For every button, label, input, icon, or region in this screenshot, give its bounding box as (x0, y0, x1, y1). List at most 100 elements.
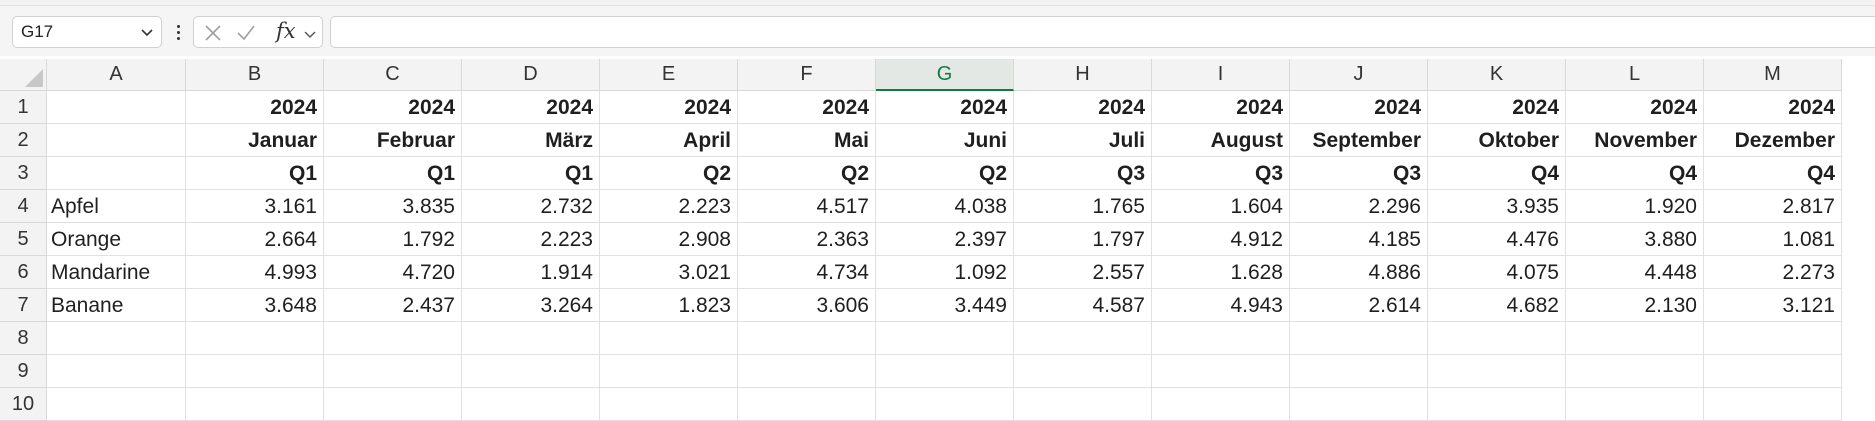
cell-a4[interactable]: Apfel (47, 190, 186, 223)
chevron-down-icon[interactable] (141, 26, 153, 38)
cell-c4[interactable]: 3.835 (324, 190, 462, 223)
cell-j5[interactable]: 4.185 (1290, 223, 1428, 256)
cell-i9[interactable] (1152, 355, 1290, 388)
cell-l5[interactable]: 3.880 (1566, 223, 1704, 256)
cell-j2[interactable]: September (1290, 124, 1428, 157)
cell-m3[interactable]: Q4 (1704, 157, 1842, 190)
cell-h10[interactable] (1014, 388, 1152, 421)
cell-j3[interactable]: Q3 (1290, 157, 1428, 190)
cell-f3[interactable]: Q2 (738, 157, 876, 190)
cell-d4[interactable]: 2.732 (462, 190, 600, 223)
cell-e6[interactable]: 3.021 (600, 256, 738, 289)
column-header-a[interactable]: A (47, 59, 186, 91)
cell-h5[interactable]: 1.797 (1014, 223, 1152, 256)
cell-d7[interactable]: 3.264 (462, 289, 600, 322)
close-icon[interactable] (204, 24, 222, 42)
select-all-button[interactable] (0, 59, 47, 91)
cell-g9[interactable] (876, 355, 1014, 388)
column-header-f[interactable]: F (738, 59, 876, 91)
row-header-4[interactable]: 4 (0, 190, 47, 223)
cell-m8[interactable] (1704, 322, 1842, 355)
cell-h6[interactable]: 2.557 (1014, 256, 1152, 289)
cell-h7[interactable]: 4.587 (1014, 289, 1152, 322)
cell-j6[interactable]: 4.886 (1290, 256, 1428, 289)
cell-b9[interactable] (186, 355, 324, 388)
cell-l6[interactable]: 4.448 (1566, 256, 1704, 289)
cell-d9[interactable] (462, 355, 600, 388)
row-header-3[interactable]: 3 (0, 157, 47, 190)
cell-l3[interactable]: Q4 (1566, 157, 1704, 190)
cell-i5[interactable]: 4.912 (1152, 223, 1290, 256)
cell-h4[interactable]: 1.765 (1014, 190, 1152, 223)
cell-h2[interactable]: Juli (1014, 124, 1152, 157)
cell-e2[interactable]: April (600, 124, 738, 157)
cell-c9[interactable] (324, 355, 462, 388)
cell-k2[interactable]: Oktober (1428, 124, 1566, 157)
cell-b5[interactable]: 2.664 (186, 223, 324, 256)
cell-m6[interactable]: 2.273 (1704, 256, 1842, 289)
cell-e4[interactable]: 2.223 (600, 190, 738, 223)
cell-i3[interactable]: Q3 (1152, 157, 1290, 190)
cell-d8[interactable] (462, 322, 600, 355)
row-header-2[interactable]: 2 (0, 124, 47, 157)
cell-m2[interactable]: Dezember (1704, 124, 1842, 157)
cell-b3[interactable]: Q1 (186, 157, 324, 190)
cell-e7[interactable]: 1.823 (600, 289, 738, 322)
cell-i8[interactable] (1152, 322, 1290, 355)
cell-a1[interactable] (47, 91, 186, 124)
cell-i2[interactable]: August (1152, 124, 1290, 157)
cell-k8[interactable] (1428, 322, 1566, 355)
cell-m4[interactable]: 2.817 (1704, 190, 1842, 223)
cell-i4[interactable]: 1.604 (1152, 190, 1290, 223)
cell-d2[interactable]: März (462, 124, 600, 157)
cell-l7[interactable]: 2.130 (1566, 289, 1704, 322)
cell-h8[interactable] (1014, 322, 1152, 355)
cell-f4[interactable]: 4.517 (738, 190, 876, 223)
column-header-b[interactable]: B (186, 59, 324, 91)
column-header-g[interactable]: G (876, 59, 1014, 91)
cell-m5[interactable]: 1.081 (1704, 223, 1842, 256)
column-header-l[interactable]: L (1566, 59, 1704, 91)
column-header-k[interactable]: K (1428, 59, 1566, 91)
cell-a5[interactable]: Orange (47, 223, 186, 256)
cell-j8[interactable] (1290, 322, 1428, 355)
row-header-1[interactable]: 1 (0, 91, 47, 124)
cell-k5[interactable]: 4.476 (1428, 223, 1566, 256)
cell-b4[interactable]: 3.161 (186, 190, 324, 223)
cell-a7[interactable]: Banane (47, 289, 186, 322)
cell-l1[interactable]: 2024 (1566, 91, 1704, 124)
cell-d6[interactable]: 1.914 (462, 256, 600, 289)
row-header-9[interactable]: 9 (0, 355, 47, 388)
cell-k1[interactable]: 2024 (1428, 91, 1566, 124)
cell-f5[interactable]: 2.363 (738, 223, 876, 256)
cell-e1[interactable]: 2024 (600, 91, 738, 124)
cell-m1[interactable]: 2024 (1704, 91, 1842, 124)
cell-l2[interactable]: November (1566, 124, 1704, 157)
column-header-i[interactable]: I (1152, 59, 1290, 91)
cell-j4[interactable]: 2.296 (1290, 190, 1428, 223)
cell-g10[interactable] (876, 388, 1014, 421)
cell-i6[interactable]: 1.628 (1152, 256, 1290, 289)
cell-c2[interactable]: Februar (324, 124, 462, 157)
cell-c3[interactable]: Q1 (324, 157, 462, 190)
cell-d10[interactable] (462, 388, 600, 421)
cell-e5[interactable]: 2.908 (600, 223, 738, 256)
cell-a8[interactable] (47, 322, 186, 355)
cell-a2[interactable] (47, 124, 186, 157)
cell-a3[interactable] (47, 157, 186, 190)
cell-c1[interactable]: 2024 (324, 91, 462, 124)
fx-icon[interactable]: fx (276, 19, 296, 43)
cell-g5[interactable]: 2.397 (876, 223, 1014, 256)
cell-a10[interactable] (47, 388, 186, 421)
cell-b2[interactable]: Januar (186, 124, 324, 157)
cell-i1[interactable]: 2024 (1152, 91, 1290, 124)
cell-j1[interactable]: 2024 (1290, 91, 1428, 124)
cell-g3[interactable]: Q2 (876, 157, 1014, 190)
cell-a6[interactable]: Mandarine (47, 256, 186, 289)
cell-f6[interactable]: 4.734 (738, 256, 876, 289)
chevron-down-icon[interactable] (304, 28, 316, 40)
cell-k3[interactable]: Q4 (1428, 157, 1566, 190)
column-header-c[interactable]: C (324, 59, 462, 91)
cell-g6[interactable]: 1.092 (876, 256, 1014, 289)
cell-f7[interactable]: 3.606 (738, 289, 876, 322)
